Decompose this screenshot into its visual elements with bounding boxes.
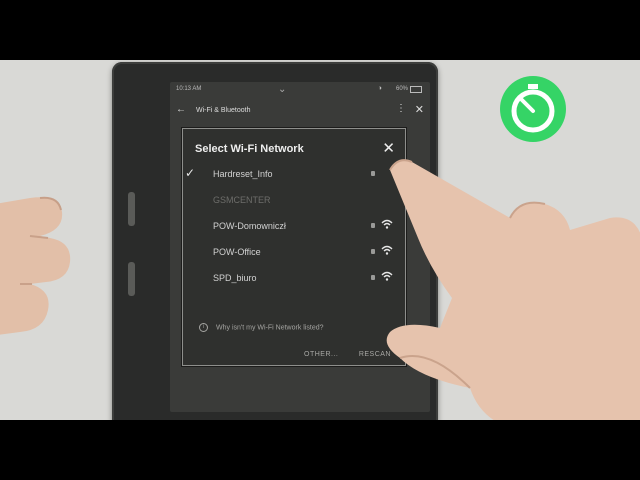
camera-scene: 10:13 AM ⌄ ◑ 60% ← Wi-Fi & Bluetooth ⋮ ✕… bbox=[0, 60, 640, 420]
help-text: Why isn't my Wi-Fi Network listed? bbox=[216, 324, 324, 332]
left-hand bbox=[0, 196, 71, 335]
back-arrow-icon[interactable]: ← bbox=[176, 104, 186, 115]
close-icon[interactable]: ✕ bbox=[415, 103, 424, 116]
status-bar: 10:13 AM ⌄ ◑ 60% bbox=[170, 82, 430, 96]
right-hand-pointing bbox=[386, 159, 640, 420]
page-back-button[interactable] bbox=[128, 262, 135, 296]
network-name: SPD_biuro bbox=[213, 273, 257, 283]
network-name: POW-Office bbox=[213, 247, 261, 257]
page-title: Wi-Fi & Bluetooth bbox=[196, 107, 251, 114]
network-name: GSMCENTER bbox=[213, 195, 271, 205]
letterbox-top bbox=[0, 0, 640, 60]
stopwatch-logo-icon bbox=[500, 76, 566, 142]
network-name: POW-Domowniczł bbox=[213, 221, 286, 231]
pull-down-handle-icon[interactable]: ⌄ bbox=[278, 84, 286, 95]
page-forward-button[interactable] bbox=[128, 192, 135, 226]
dialog-title: Select Wi-Fi Network bbox=[195, 143, 304, 155]
other-button[interactable]: OTHER... bbox=[304, 351, 338, 358]
app-bar: ← Wi-Fi & Bluetooth ⋮ ✕ bbox=[170, 98, 430, 124]
network-name: Hardreset_Info bbox=[213, 169, 273, 179]
connected-check-icon: ✓ bbox=[185, 166, 196, 180]
wifi-status-icon: ◑ bbox=[377, 85, 382, 92]
battery-icon bbox=[410, 86, 422, 93]
status-time: 10:13 AM bbox=[176, 86, 202, 92]
letterbox-bottom bbox=[0, 420, 640, 480]
more-options-icon[interactable]: ⋮ bbox=[396, 103, 406, 114]
wifi-help-link[interactable]: i Why isn't my Wi-Fi Network listed? bbox=[199, 323, 324, 332]
battery-percent: 60% bbox=[395, 86, 408, 92]
info-icon: i bbox=[199, 323, 208, 332]
